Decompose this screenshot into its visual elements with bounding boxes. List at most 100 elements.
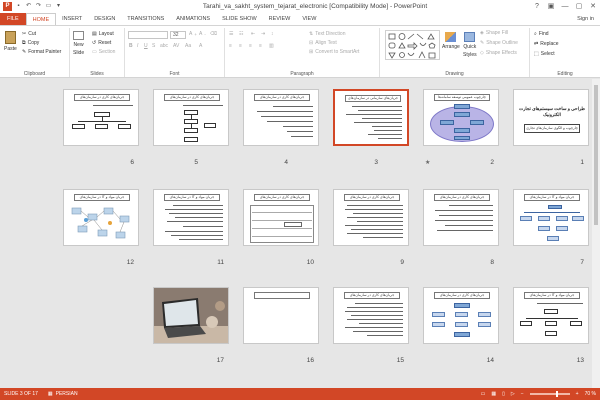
columns-icon[interactable]: ▥ [269, 43, 274, 49]
sign-in-link[interactable]: Sign in [577, 13, 600, 25]
quick-styles-button[interactable]: Quick Styles [463, 32, 477, 58]
format-painter-button[interactable]: ✎ Format Painter [22, 49, 61, 55]
arrange-button[interactable]: Arrange [442, 32, 460, 50]
justify-icon[interactable]: ≡ [259, 43, 262, 49]
shape-fill-button[interactable]: ◈ Shape Fill [480, 30, 508, 36]
language-status[interactable]: PERSIAN [56, 391, 78, 397]
redo-icon[interactable]: ↷ [35, 3, 42, 10]
normal-view-icon[interactable]: ▭ [481, 391, 486, 397]
zoom-in-button[interactable]: + [576, 391, 579, 397]
slide-thumbnail-13[interactable]: جریان مواد و IT در سازمان‌های تجاری [513, 287, 589, 344]
zoom-out-button[interactable]: − [521, 391, 524, 397]
font-size-combo[interactable]: 32 [170, 31, 186, 39]
connector-line [102, 117, 103, 121]
shapes-gallery[interactable] [385, 30, 440, 60]
tab-animations[interactable]: ANIMATIONS [170, 13, 216, 25]
reset-button[interactable]: ↺ Reset [92, 40, 111, 46]
slide-thumbnail-8[interactable]: جریان‌های کاری در سازمان‌های تجاری [423, 189, 499, 246]
slide-thumbnail-9[interactable]: جریان‌های کاری در سازمان‌های تجاری [333, 189, 409, 246]
slide-thumbnail-15[interactable]: جریان‌های کاری در سازمان‌های تجاری [333, 287, 409, 344]
bold-button[interactable]: B [129, 43, 133, 49]
form-line [252, 228, 312, 229]
select-button[interactable]: ⬚ Select [534, 51, 555, 57]
bullets-icon[interactable]: ☰ [229, 31, 233, 37]
zoom-slider[interactable] [529, 391, 570, 397]
tab-review[interactable]: REVIEW [263, 13, 297, 25]
section-button[interactable]: ▭ Section [92, 49, 115, 55]
minimize-button[interactable]: — [558, 0, 572, 13]
customize-qat-icon[interactable]: ▾ [55, 3, 62, 10]
tab-transitions[interactable]: TRANSITIONS [121, 13, 170, 25]
copy-button[interactable]: ⧉ Copy [22, 40, 39, 46]
shrink-font-icon[interactable]: A- [199, 31, 206, 37]
convert-smartart-button[interactable]: ⊞ Convert to SmartArt [309, 49, 359, 55]
font-color-icon[interactable]: A [199, 43, 202, 49]
underline-button[interactable]: U [144, 43, 148, 49]
paste-button[interactable]: Paste [4, 31, 17, 52]
clear-format-icon[interactable]: ⌫ [210, 31, 217, 37]
slide-thumbnail-11[interactable]: جریان مواد و IT در سازمان‌های تجاری [153, 189, 229, 246]
layout-button[interactable]: ▤ Layout [92, 31, 114, 37]
strikethrough-button[interactable]: abc [160, 43, 168, 49]
new-slide-button[interactable]: New Slide [73, 31, 84, 56]
slideshow-icon[interactable]: ▭ [45, 3, 52, 10]
numbering-icon[interactable]: ☷ [239, 31, 243, 37]
slide-thumbnail-10[interactable]: جریان‌های کاری در سازمان‌های تجاری [243, 189, 319, 246]
text-line [273, 106, 313, 107]
line-spacing-icon[interactable]: ↕ [271, 31, 274, 37]
text-direction-button[interactable]: ⇅ Text Direction [309, 31, 346, 37]
shape-effects-button[interactable]: ◇ Shape Effects [480, 50, 517, 56]
tab-file[interactable]: FILE [0, 13, 26, 25]
slide-thumbnail-7[interactable]: جریان مواد و IT در سازمان‌های تجاری [513, 189, 589, 246]
help-button[interactable]: ? [530, 0, 544, 13]
slideshow-view-icon[interactable]: ▷ [511, 391, 515, 397]
save-icon[interactable]: ▪ [15, 3, 22, 10]
cut-button[interactable]: ✂ Cut [22, 31, 36, 37]
slide-thumbnail-4[interactable]: جریان‌های کاری در سازمان‌های تجاری [243, 89, 319, 146]
slide-thumbnail-2[interactable]: چارچوب عمومی توسعه سامانه‌ها [423, 89, 499, 146]
slide-thumbnail-16[interactable] [243, 287, 319, 344]
tab-insert[interactable]: INSERT [56, 13, 88, 25]
increase-indent-icon[interactable]: ⇥ [261, 31, 265, 37]
align-left-icon[interactable]: ≡ [229, 43, 232, 49]
slide-thumbnail-3[interactable]: جریان‌های سازمانی در سازمان‌های تجاری [333, 89, 409, 146]
zoom-slider-thumb[interactable] [555, 391, 558, 397]
replace-button[interactable]: ⇄ Replace [534, 41, 559, 47]
align-text-button[interactable]: ⊟ Align Text [309, 40, 337, 46]
slide-thumbnail-6[interactable]: جریان‌های کاری در سازمان‌های تجاری [63, 89, 139, 146]
tab-slide-show[interactable]: SLIDE SHOW [216, 13, 263, 25]
slide-thumbnail-12[interactable]: جریان مواد و IT در سازمان‌های تجاری [63, 189, 139, 246]
align-center-icon[interactable]: ≡ [239, 43, 242, 49]
zoom-level[interactable]: 70 % [585, 391, 596, 397]
scrollbar-thumb[interactable] [594, 85, 598, 225]
vertical-scrollbar[interactable] [592, 79, 600, 388]
slide-thumbnail-5[interactable]: جریان‌های کاری در سازمان‌های تجاری [153, 89, 229, 146]
find-button[interactable]: ⌕ Find [534, 31, 549, 37]
text-line [345, 225, 403, 226]
text-line [261, 116, 313, 117]
undo-icon[interactable]: ↶ [25, 3, 32, 10]
restore-button[interactable]: ▢ [572, 0, 586, 13]
slide-thumbnail-1[interactable]: طراحی و ساخت سیستم‌های تجارت الکترونیک چ… [513, 89, 589, 146]
decrease-indent-icon[interactable]: ⇤ [251, 31, 255, 37]
slide-thumbnail-14[interactable]: جریان‌های کاری در سازمان‌های تجاری [423, 287, 499, 344]
spacing-icon[interactable]: AV [173, 43, 179, 49]
slide-thumbnail-17[interactable] [153, 287, 229, 344]
italic-button[interactable]: I [137, 43, 138, 49]
ribbon-display-icon[interactable]: ▣ [544, 0, 558, 13]
font-name-combo[interactable] [128, 31, 168, 39]
reading-view-icon[interactable]: ▯ [502, 391, 505, 397]
align-right-icon[interactable]: ≡ [249, 43, 252, 49]
grow-font-icon[interactable]: A + [189, 31, 197, 37]
tab-design[interactable]: DESIGN [88, 13, 121, 25]
tab-view[interactable]: VIEW [296, 13, 322, 25]
close-button[interactable]: ✕ [586, 0, 600, 13]
shape-outline-button[interactable]: ✎ Shape Outline [480, 40, 518, 46]
change-case-icon[interactable]: Aa [185, 43, 191, 49]
powerpoint-logo-icon: P [3, 2, 12, 11]
slide-title: جریان مواد و IT در سازمان‌های تجاری [524, 292, 580, 299]
connector-line [526, 318, 578, 319]
shadow-button[interactable]: S [152, 43, 155, 49]
tab-home[interactable]: HOME [25, 13, 57, 25]
slide-sorter-icon[interactable]: ▦ [491, 391, 496, 397]
